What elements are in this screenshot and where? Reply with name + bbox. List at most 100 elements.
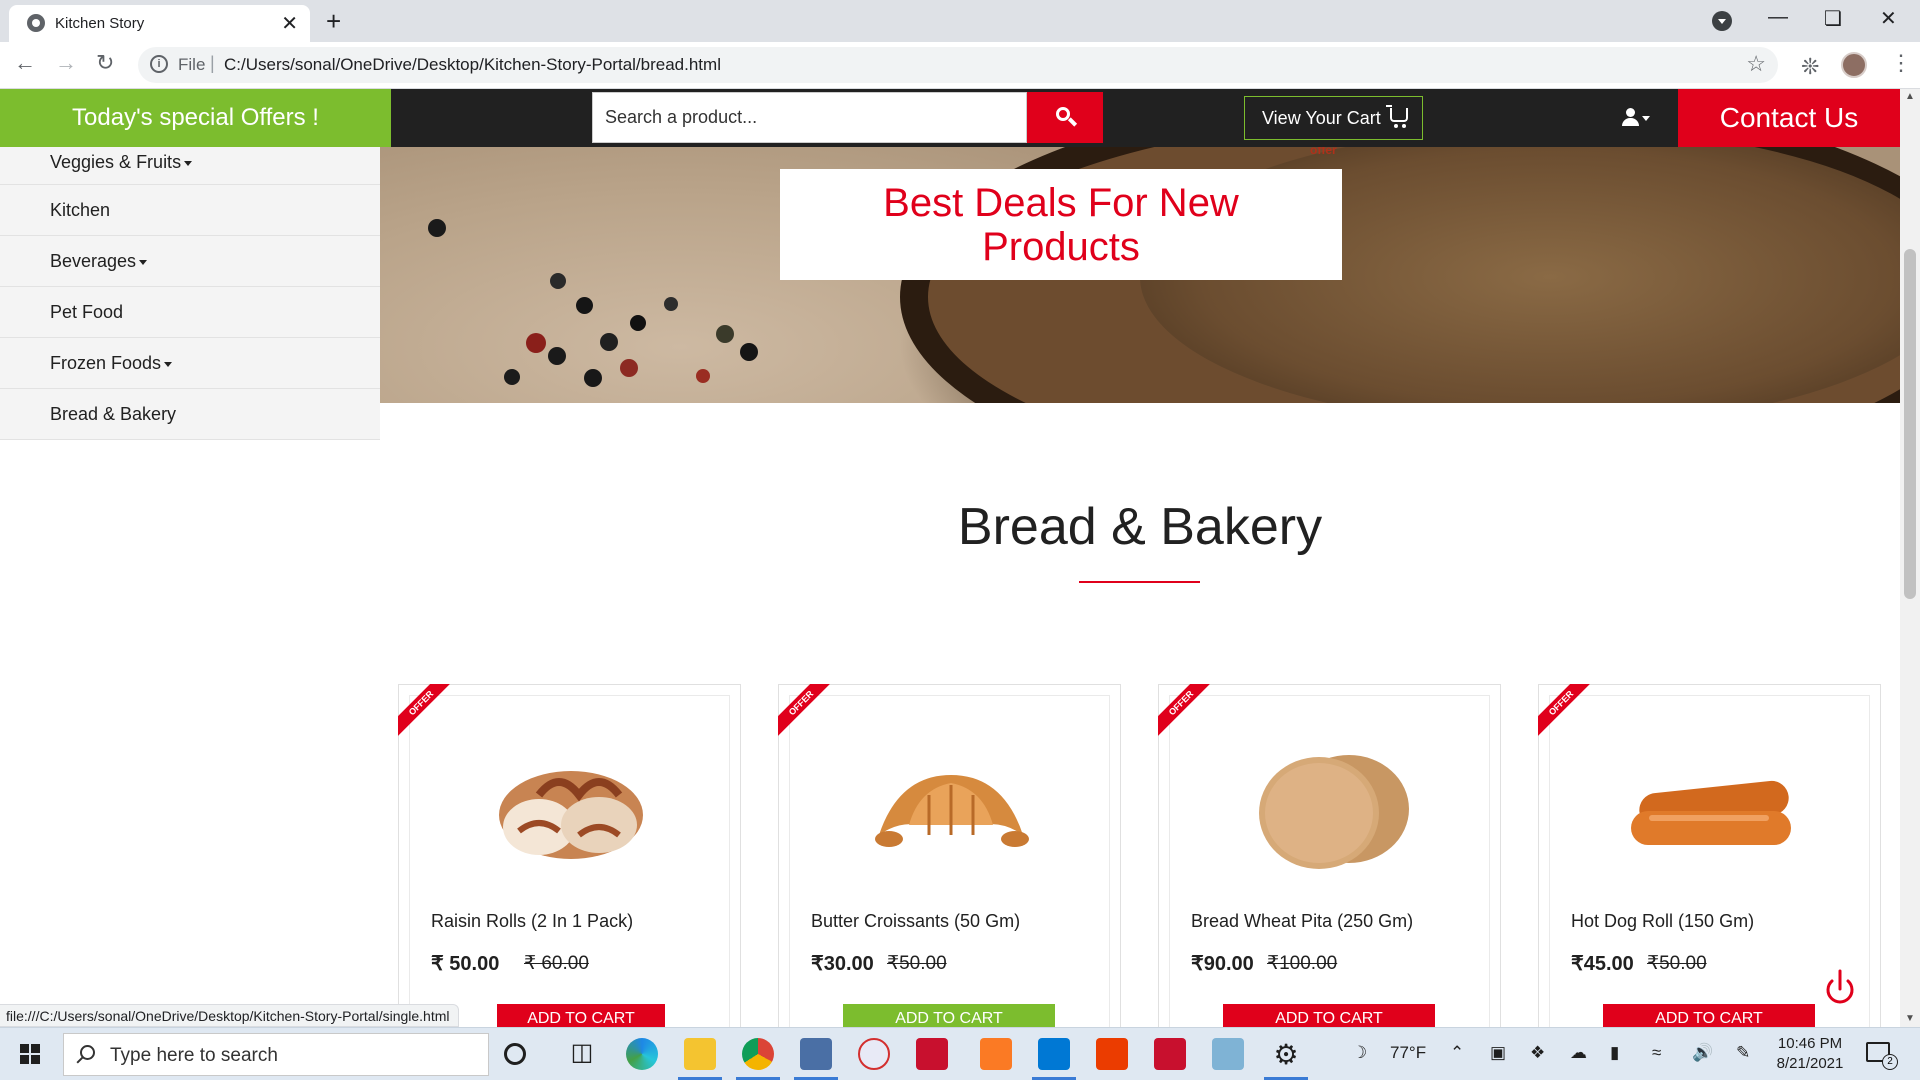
edge-icon[interactable] [626,1038,658,1070]
address-bar[interactable]: i File | C:/Users/sonal/OneDrive/Desktop… [138,47,1778,83]
cart-icon [1386,105,1408,128]
globe-icon [27,14,45,32]
extensions-icon[interactable]: ❊ [1801,54,1819,80]
taskbar-search-box[interactable]: Type here to search [63,1033,489,1076]
offer-ribbon: OFFER [1158,684,1210,736]
task-view-icon[interactable]: ◫ [566,1038,598,1070]
snipping-tool-icon[interactable] [858,1038,890,1070]
minimize-icon[interactable]: — [1768,6,1788,29]
calculator-icon[interactable] [794,1038,838,1080]
add-to-cart-button[interactable]: ADD TO CART [497,1004,665,1027]
product-old-price: ₹50.00 [887,953,947,974]
scroll-up-arrow[interactable]: ▲ [1905,91,1915,102]
sidebar-item-beverages[interactable]: Beverages [0,236,380,287]
search-icon [80,1045,95,1060]
page-scrollbar[interactable]: ▲ ▼ [1900,89,1920,1027]
browser-menu-icon[interactable]: ⋮ [1890,50,1912,76]
product-card[interactable]: OFFER Butter Croissants (50 Gm) ₹30.00 ₹… [778,684,1121,1027]
settings-gear-icon[interactable]: ⚙ [1264,1038,1308,1080]
special-offers-link[interactable]: Today's special Offers ! [0,89,391,147]
office-icon[interactable] [1096,1038,1128,1070]
volume-icon[interactable]: 🔊 [1692,1043,1713,1063]
product-name[interactable]: Butter Croissants (50 Gm) [811,911,1020,932]
tray-chevron-icon[interactable]: ⌃ [1450,1043,1464,1063]
file-explorer-icon[interactable] [678,1038,722,1080]
search-button[interactable] [1027,92,1103,143]
offer-ribbon: OFFER [1538,684,1590,736]
sidebar-item-veggies-fruits[interactable]: Veggies & Fruits [0,147,380,185]
restore-icon[interactable]: ❏ [1824,6,1842,31]
caret-down-icon [164,361,173,367]
notification-center-icon[interactable]: 2 [1866,1042,1898,1070]
product-name[interactable]: Bread Wheat Pita (250 Gm) [1191,911,1413,932]
product-name[interactable]: Raisin Rolls (2 In 1 Pack) [431,911,633,932]
browser-tabbar: Kitchen Story ✕ + — ❏ ✕ [0,0,1920,42]
add-to-cart-button[interactable]: ADD TO CART [843,1004,1055,1027]
tab-title: Kitchen Story [55,15,145,32]
add-to-cart-button[interactable]: ADD TO CART [1603,1004,1815,1027]
battery-icon[interactable]: ▮ [1610,1043,1619,1063]
raisin-rolls-image [499,771,643,859]
view-cart-button[interactable]: View Your Cart [1244,96,1423,140]
banner-line-2: Products [982,225,1140,269]
info-icon[interactable]: i [150,55,168,73]
vscode-icon[interactable] [1032,1038,1076,1080]
banner-headline: Best Deals For New Products [780,169,1342,280]
xampp-icon[interactable] [980,1038,1012,1070]
sidebar-item-pet-food[interactable]: Pet Food [0,287,380,338]
pen-icon[interactable]: ✎ [1736,1043,1750,1063]
profile-avatar[interactable] [1841,52,1867,78]
user-dropdown-icon[interactable] [1622,108,1652,130]
sidebar-item-bread-bakery[interactable]: Bread & Bakery [0,389,380,440]
back-icon[interactable]: ← [14,50,36,76]
bookmark-star-icon[interactable]: ☆ [1746,51,1766,77]
product-card[interactable]: OFFER Bread Wheat Pita (250 Gm) ₹90.00 ₹… [1158,684,1501,1027]
dropbox-icon[interactable]: ❖ [1530,1043,1545,1063]
cortana-icon[interactable] [504,1043,526,1065]
wifi-icon[interactable]: ≈ [1652,1043,1661,1063]
reload-icon[interactable]: ↻ [96,50,114,76]
section-title: Bread & Bakery [957,498,1323,556]
page-viewport: Today's special Offers ! Search a produc… [0,89,1900,1027]
sidebar-item-kitchen[interactable]: Kitchen [0,185,380,236]
peppercorn [428,219,446,237]
windows-start-icon[interactable] [20,1044,40,1064]
weather-moon-icon[interactable]: ☽ [1352,1043,1367,1063]
scrollbar-thumb[interactable] [1904,249,1916,599]
meet-now-icon[interactable]: ▣ [1490,1043,1506,1063]
product-card[interactable]: OFFER Raisin Rolls (2 In 1 Pack) ₹ 50.00… [398,684,741,1027]
sidebar-item-frozen-foods[interactable]: Frozen Foods [0,338,380,389]
mcafee-security-icon[interactable] [1154,1038,1186,1070]
browser-toolbar: ← → ↻ i File | C:/Users/sonal/OneDrive/D… [0,42,1920,89]
tab-close-icon[interactable]: ✕ [281,11,298,36]
banner-line-1: Best Deals For New [883,181,1239,225]
scroll-down-arrow[interactable]: ▼ [1905,1013,1915,1024]
add-to-cart-button[interactable]: ADD TO CART [1223,1004,1435,1027]
new-tab-button[interactable]: + [326,6,341,37]
taskbar-clock[interactable]: 10:46 PM 8/21/2021 [1770,1034,1850,1074]
url-text[interactable]: C:/Users/sonal/OneDrive/Desktop/Kitchen-… [224,55,721,75]
scroll-to-top-icon[interactable] [1823,967,1857,1007]
mcafee-icon[interactable] [916,1038,948,1070]
onedrive-icon[interactable]: ☁ [1570,1043,1587,1063]
product-old-price: ₹ 60.00 [524,953,589,974]
hero-banner: offer Best Deals For New Products [380,147,1900,403]
status-url-tooltip: file:///C:/Users/sonal/OneDrive/Desktop/… [0,1004,459,1027]
weather-temperature[interactable]: 77°F [1390,1043,1426,1063]
notification-count: 2 [1882,1054,1898,1070]
close-window-icon[interactable]: ✕ [1880,6,1897,31]
clock-date: 8/21/2021 [1776,1055,1844,1072]
product-price: ₹90.00 [1191,953,1254,975]
browser-tab[interactable]: Kitchen Story ✕ [9,5,310,42]
site-header: Today's special Offers ! Search a produc… [0,89,1900,147]
forward-icon[interactable]: → [55,50,77,76]
chrome-icon[interactable] [736,1038,780,1080]
croissant-image [875,775,1029,847]
contact-us-button[interactable]: Contact Us [1678,89,1900,147]
product-search-input[interactable]: Search a product... [592,92,1027,143]
tab-search-icon[interactable] [1712,11,1732,31]
offer-ribbon: OFFER [398,684,450,736]
product-name[interactable]: Hot Dog Roll (150 Gm) [1571,911,1754,932]
product-price: ₹ 50.00 [431,953,500,975]
notepad-icon[interactable] [1212,1038,1244,1070]
